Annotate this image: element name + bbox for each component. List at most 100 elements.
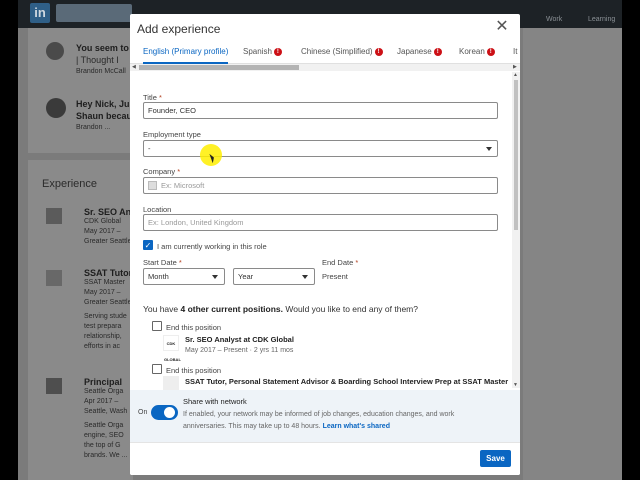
company-logo — [46, 208, 62, 224]
company-logo — [46, 270, 62, 286]
end-position-checkbox[interactable] — [152, 364, 162, 374]
chevron-down-icon — [486, 147, 492, 151]
tab-label: English (Primary profile) — [143, 47, 229, 56]
exp-location: Greater Seattle — [84, 238, 132, 245]
warning-badge-icon: ! — [273, 48, 282, 56]
feed-item-title: You seem to — [76, 43, 129, 53]
other-positions-question: You have 4 other current positions. Woul… — [143, 304, 418, 314]
end-position-label: End this position — [166, 323, 222, 332]
end-position-label: End this position — [166, 366, 222, 375]
employment-type-label: Employment type — [143, 130, 201, 139]
section-title: Experience — [42, 178, 98, 190]
tab-label: Korean — [459, 47, 485, 56]
share-title: Share with network — [183, 397, 247, 406]
toggle-knob — [164, 407, 175, 418]
location-label: Location — [143, 205, 172, 214]
company-label: Company * — [143, 167, 181, 176]
toggle-state-label: On — [138, 409, 148, 416]
tab-english[interactable]: English (Primary profile) — [143, 47, 229, 64]
scroll-up-icon[interactable]: ▲ — [513, 72, 518, 78]
tab-italian[interactable]: It — [513, 47, 517, 64]
exp-description: Seattle Orga — [84, 422, 124, 429]
dialog-footer: Save — [130, 442, 520, 475]
feed-item-meta: Brandon McCall — [76, 68, 126, 75]
right-rail — [523, 28, 622, 480]
language-tabs: English (Primary profile) Spanish! Chine… — [130, 44, 520, 64]
exp-company: CDK Global — [84, 218, 121, 225]
screen: in Work Learning You seem to | Thought I… — [0, 0, 640, 480]
linkedin-logo[interactable]: in — [30, 3, 50, 23]
close-icon[interactable]: ✕ — [494, 18, 510, 36]
feed-item-title: Hey Nick, Just — [76, 99, 138, 109]
exp-description: efforts in ac — [84, 343, 121, 350]
exp-description: engine, SEO — [84, 432, 124, 439]
title-input[interactable]: Founder, CEO — [143, 102, 498, 119]
feed-item-meta: Brandon ... — [76, 124, 111, 131]
share-description: If enabled, your network may be informed… — [183, 411, 455, 418]
tab-label: It — [513, 47, 518, 56]
exp-location: Seattle, Wash — [84, 408, 128, 415]
tab-japanese[interactable]: Japanese! — [397, 47, 442, 64]
end-position-checkbox[interactable] — [152, 321, 162, 331]
nav-learning[interactable]: Learning — [588, 16, 615, 23]
exp-description: test prepara — [84, 323, 122, 330]
exp-company: Seattle Orga — [84, 388, 124, 395]
scroll-right-icon[interactable]: ▶ — [513, 64, 517, 70]
currently-working-checkbox[interactable]: ✓ — [143, 240, 153, 250]
chevron-down-icon — [212, 275, 218, 279]
exp-location: Greater Seattle — [84, 299, 132, 306]
location-input[interactable]: Ex: London, United Kingdom — [143, 214, 498, 231]
position-dates: May 2017 – Present · 2 yrs 11 mos — [185, 347, 294, 354]
tabs-scrollbar[interactable]: ◀ ▶ — [130, 64, 520, 71]
tab-label: Japanese — [397, 47, 432, 56]
share-toggle[interactable] — [151, 405, 178, 420]
tab-label: Spanish — [243, 47, 272, 56]
exp-description: Serving stude — [84, 313, 127, 320]
exp-dates: Apr 2017 – — [84, 398, 119, 405]
nav-work[interactable]: Work — [546, 16, 562, 23]
avatar — [46, 98, 66, 118]
exp-description: relationship, — [84, 333, 122, 340]
warning-badge-icon: ! — [374, 48, 383, 56]
scrollbar-thumb[interactable] — [514, 80, 518, 230]
employment-type-select[interactable]: - — [143, 140, 498, 157]
position-title: SSAT Tutor, Personal Statement Advisor &… — [185, 377, 509, 386]
title-label: Title * — [143, 93, 162, 102]
scroll-down-icon[interactable]: ▼ — [513, 382, 518, 388]
dialog-title: Add experience — [137, 22, 221, 36]
tab-korean[interactable]: Korean! — [459, 47, 495, 64]
exp-company: SSAT Master — [84, 279, 125, 286]
scrollbar-thumb[interactable] — [139, 65, 299, 70]
tab-spanish[interactable]: Spanish! — [243, 47, 282, 64]
end-date-value: Present — [322, 272, 348, 281]
chevron-down-icon — [302, 275, 308, 279]
dialog-header: Add experience ✕ — [130, 14, 520, 44]
start-month-select[interactable]: Month — [143, 268, 225, 285]
share-with-network-panel: On Share with network If enabled, your n… — [130, 390, 520, 442]
company-icon — [148, 181, 157, 190]
company-logo: CDK GLOBAL — [163, 335, 181, 362]
feed-item-text: | Thought I — [76, 55, 119, 65]
exp-dates: May 2017 – — [84, 228, 121, 235]
currently-working-label: I am currently working in this role — [157, 242, 267, 251]
scroll-left-icon[interactable]: ◀ — [132, 64, 136, 70]
avatar — [46, 42, 64, 60]
company-logo — [46, 378, 62, 394]
exp-title: SSAT Tutor, — [84, 268, 135, 278]
start-year-select[interactable]: Year — [233, 268, 315, 285]
tab-chinese-simplified[interactable]: Chinese (Simplified)! — [301, 47, 383, 64]
exp-title: Principal — [84, 377, 123, 387]
warning-badge-icon: ! — [433, 48, 442, 56]
learn-whats-shared-link[interactable]: Learn what's shared — [323, 423, 390, 430]
company-input[interactable]: Ex: Microsoft — [143, 177, 498, 194]
position-title: Sr. SEO Analyst at CDK Global — [185, 335, 294, 344]
exp-description: the top of G — [84, 442, 121, 449]
search-input[interactable] — [56, 4, 132, 22]
end-date-label: End Date * — [322, 258, 359, 267]
dialog-body: ▲ ▼ Title * Founder, CEO Employment type… — [130, 72, 520, 400]
tab-label: Chinese (Simplified) — [301, 47, 373, 56]
form-scrollbar[interactable]: ▲ ▼ — [512, 72, 520, 388]
start-date-label: Start Date * — [143, 258, 182, 267]
save-button[interactable]: Save — [480, 450, 511, 467]
exp-dates: May 2017 – — [84, 289, 121, 296]
